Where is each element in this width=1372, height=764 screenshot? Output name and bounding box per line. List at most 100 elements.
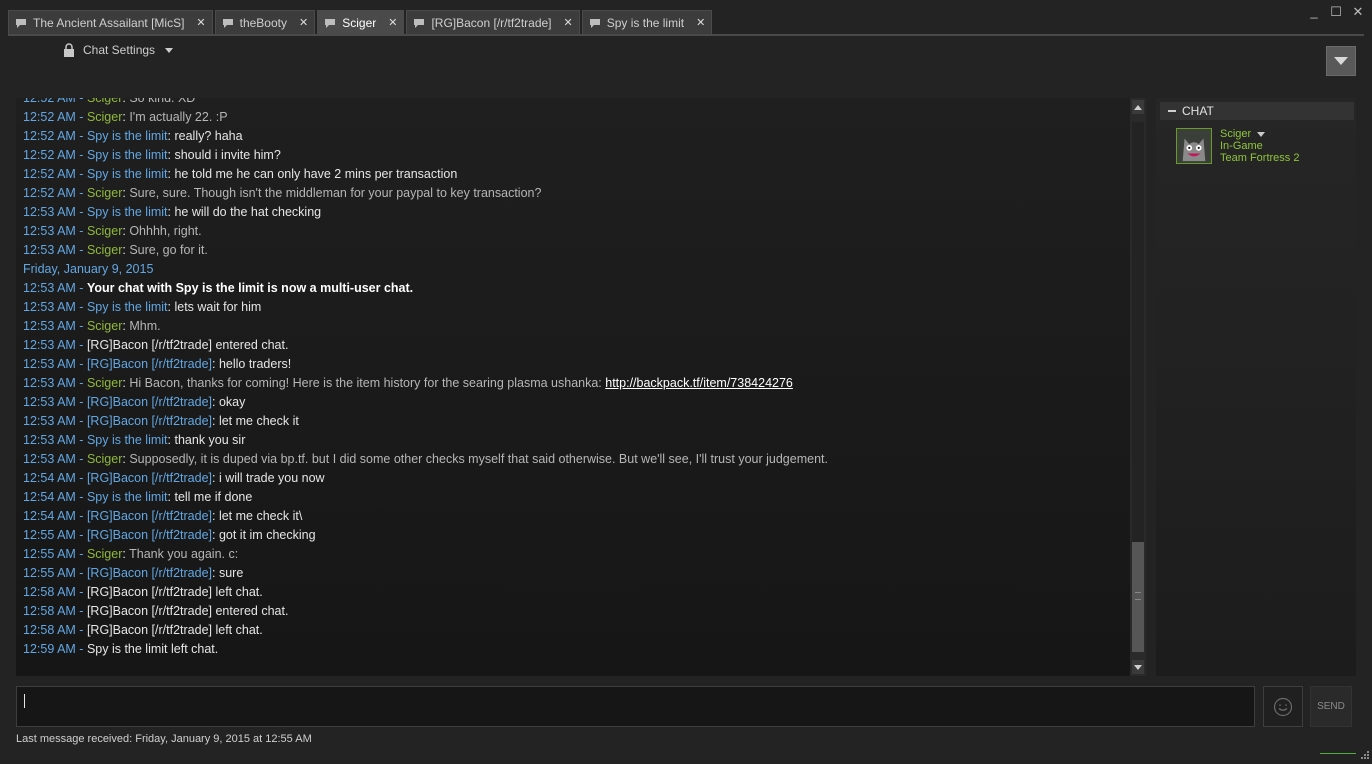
message-timestamp: 12:52 AM	[23, 129, 76, 143]
message-separator: -	[75, 414, 87, 428]
message-sender[interactable]: Spy is the limit	[87, 300, 168, 314]
chat-messages: 12:52 AM - Sciger: So kind. XD 12:52 AM -…	[23, 98, 828, 659]
close-icon[interactable]: ✕	[696, 16, 705, 29]
message-separator: -	[75, 395, 87, 409]
message-sender[interactable]: Sciger	[87, 98, 122, 105]
tab-2[interactable]: Sciger ✕	[317, 10, 405, 34]
message-sender[interactable]: Sciger	[87, 547, 122, 561]
message-text: [RG]Bacon [/r/tf2trade] entered chat.	[86, 338, 289, 352]
message-text: really? haha	[174, 129, 243, 143]
chat-message: 12:55 AM - Sciger: Thank you again. c:	[23, 545, 828, 564]
chat-message: 12:53 AM - Spy is the limit: thank you s…	[23, 431, 828, 450]
scroll-thumb[interactable]	[1132, 542, 1144, 652]
member-name-row[interactable]: Sciger	[1220, 128, 1299, 140]
scroll-up-button[interactable]	[1132, 100, 1144, 114]
chat-message: 12:53 AM - [RG]Bacon [/r/tf2trade] enter…	[23, 336, 828, 355]
message-separator: -	[75, 585, 87, 599]
collapse-icon	[1168, 110, 1176, 112]
scroll-down-button[interactable]	[1132, 660, 1144, 674]
chat-options-dropdown-button[interactable]	[1326, 46, 1356, 76]
message-link[interactable]: http://backpack.tf/item/738424276	[605, 376, 793, 390]
message-separator: -	[75, 452, 87, 466]
message-text: Hi Bacon, thanks for coming! Here is the…	[129, 376, 606, 390]
chat-message: 12:52 AM - Spy is the limit: really? hah…	[23, 127, 828, 146]
close-icon[interactable]: ✕	[564, 16, 573, 29]
message-text: hello traders!	[218, 357, 292, 371]
message-sender[interactable]: Spy is the limit	[87, 129, 168, 143]
message-sender[interactable]: Sciger	[87, 319, 122, 333]
message-sender[interactable]: [RG]Bacon [/r/tf2trade]	[87, 509, 212, 523]
chat-message: 12:53 AM - Sciger: Supposedly, it is dup…	[23, 450, 828, 469]
tab-label: [RG]Bacon [/r/tf2trade]	[431, 15, 552, 30]
message-sender[interactable]: Spy is the limit	[87, 148, 168, 162]
message-separator: -	[75, 167, 87, 181]
chat-settings-menu[interactable]: Chat Settings	[63, 43, 174, 57]
message-separator: -	[75, 604, 87, 618]
close-icon[interactable]: ✕	[196, 16, 205, 29]
message-timestamp: 12:53 AM	[23, 357, 76, 371]
message-text: Sure, go for it.	[129, 243, 208, 257]
close-window-button[interactable]: ✕	[1350, 4, 1366, 20]
resize-grip-icon[interactable]	[1356, 748, 1370, 762]
message-sender[interactable]: Sciger	[87, 186, 122, 200]
message-colon: :	[212, 471, 219, 485]
message-text: i will trade you now	[218, 471, 325, 485]
message-sender[interactable]: Spy is the limit	[87, 433, 168, 447]
message-separator: -	[75, 623, 87, 637]
message-timestamp: 12:53 AM	[23, 433, 76, 447]
message-text: he will do the hat checking	[174, 205, 322, 219]
tab-4[interactable]: Spy is the limit ✕	[581, 10, 713, 34]
chevron-down-icon[interactable]	[1257, 131, 1266, 137]
member-item[interactable]: Sciger In-Game Team Fortress 2	[1176, 128, 1299, 164]
message-sender[interactable]: [RG]Bacon [/r/tf2trade]	[87, 528, 212, 542]
tab-label: The Ancient Assailant [MicS]	[33, 15, 185, 30]
chat-scrollbar[interactable]	[1130, 98, 1146, 676]
close-icon[interactable]: ✕	[388, 16, 397, 29]
message-sender[interactable]: Sciger	[87, 243, 122, 257]
message-separator: -	[75, 338, 87, 352]
message-timestamp: 12:53 AM	[23, 281, 76, 295]
message-separator: -	[75, 300, 87, 314]
chat-message: 12:53 AM - Sciger: Sure, go for it.	[23, 241, 828, 260]
tab-1[interactable]: theBooty ✕	[214, 10, 316, 34]
member-game: Team Fortress 2	[1220, 152, 1300, 164]
message-text: he told me he can only have 2 mins per t…	[174, 167, 458, 181]
close-icon[interactable]: ✕	[299, 16, 308, 29]
message-sender[interactable]: Sciger	[87, 224, 122, 238]
tab-3[interactable]: [RG]Bacon [/r/tf2trade] ✕	[406, 10, 580, 34]
message-sender[interactable]: [RG]Bacon [/r/tf2trade]	[87, 471, 212, 485]
message-sender[interactable]: Sciger	[87, 376, 122, 390]
message-text: Thank you again. c:	[129, 547, 239, 561]
send-button[interactable]: SEND	[1310, 686, 1352, 727]
message-sender[interactable]: Spy is the limit	[87, 490, 168, 504]
chat-log-panel: 12:52 AM - Sciger: So kind. XD 12:52 AM -…	[16, 98, 1146, 676]
message-separator: -	[75, 186, 87, 200]
minimize-button[interactable]: _	[1306, 4, 1322, 20]
message-input[interactable]	[16, 686, 1255, 727]
emoticon-button[interactable]	[1263, 686, 1303, 727]
member-info: Sciger In-Game Team Fortress 2	[1220, 128, 1299, 164]
message-sender[interactable]: Sciger	[87, 452, 122, 466]
message-timestamp: 12:53 AM	[23, 338, 76, 352]
message-sender[interactable]: Sciger	[87, 110, 122, 124]
message-colon: :	[212, 566, 219, 580]
message-sender[interactable]: [RG]Bacon [/r/tf2trade]	[87, 414, 212, 428]
message-sender[interactable]: Spy is the limit	[87, 205, 168, 219]
message-timestamp: 12:52 AM	[23, 110, 76, 124]
message-sender[interactable]: [RG]Bacon [/r/tf2trade]	[87, 566, 212, 580]
members-header-label: CHAT	[1182, 104, 1214, 118]
maximize-button[interactable]: ☐	[1328, 4, 1344, 20]
message-separator: -	[75, 281, 87, 295]
message-timestamp: 12:54 AM	[23, 509, 76, 523]
message-colon: :	[212, 414, 219, 428]
message-text: should i invite him?	[174, 148, 281, 162]
chat-message: 12:53 AM - Spy is the limit: he will do …	[23, 203, 828, 222]
message-sender[interactable]: Spy is the limit	[87, 167, 168, 181]
message-timestamp: 12:53 AM	[23, 224, 76, 238]
chat-message: 12:52 AM - Spy is the limit: he told me …	[23, 165, 828, 184]
message-sender[interactable]: [RG]Bacon [/r/tf2trade]	[87, 357, 212, 371]
members-header[interactable]: CHAT	[1160, 102, 1354, 120]
arrow-down-icon	[1134, 664, 1142, 670]
tab-0[interactable]: The Ancient Assailant [MicS] ✕	[8, 10, 213, 34]
message-sender[interactable]: [RG]Bacon [/r/tf2trade]	[87, 395, 212, 409]
